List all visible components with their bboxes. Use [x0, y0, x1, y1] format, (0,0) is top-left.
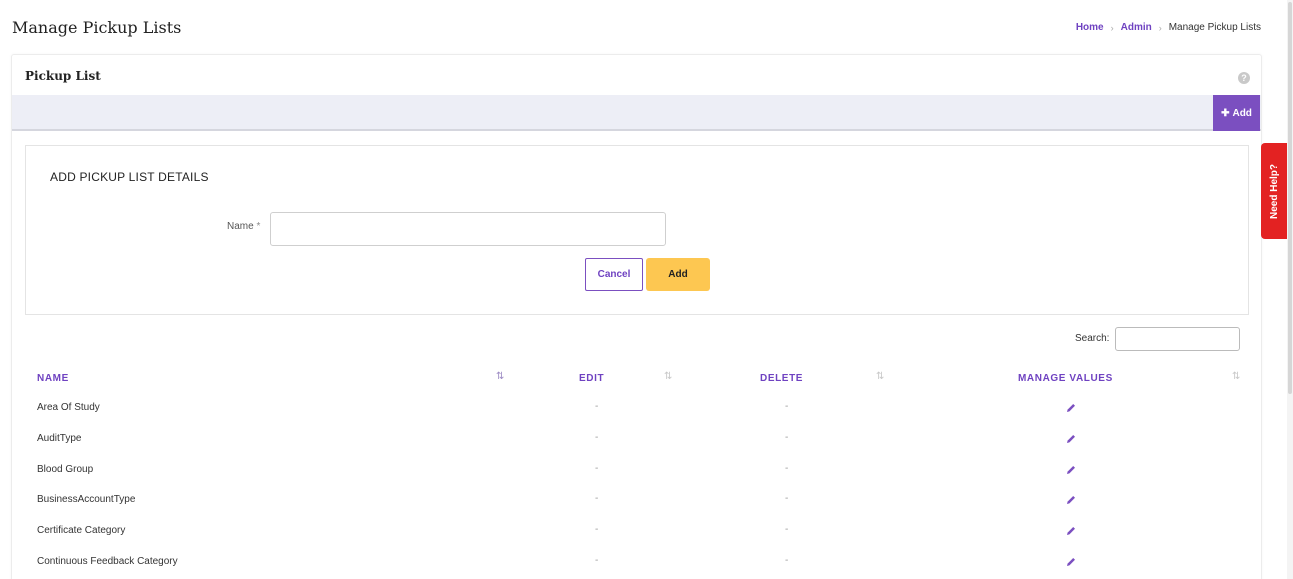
breadcrumb-admin-link[interactable]: Admin: [1121, 22, 1152, 33]
edit-cell: -: [595, 493, 599, 504]
search-input[interactable]: [1115, 327, 1240, 351]
breadcrumb-separator: ›: [1110, 22, 1114, 33]
form-heading: ADD PICKUP LIST DETAILS: [50, 170, 209, 184]
name-label-text: Name: [227, 221, 254, 232]
need-help-label: Need Help?: [1269, 163, 1281, 219]
delete-cell: -: [785, 401, 789, 412]
pickup-list-card: Pickup List ? ✚ Add ADD PICKUP LIST DETA…: [11, 54, 1262, 579]
sort-icon[interactable]: ⇅: [1232, 371, 1240, 382]
breadcrumb: Home › Admin › Manage Pickup Lists: [1076, 22, 1261, 33]
sort-icon[interactable]: ⇅: [876, 371, 884, 382]
edit-cell: -: [595, 524, 599, 535]
table-row-name: Blood Group: [37, 464, 94, 475]
edit-cell: -: [595, 401, 599, 412]
pencil-icon[interactable]: [1065, 433, 1077, 445]
page-title: Manage Pickup Lists: [12, 18, 182, 37]
column-header-manage-values[interactable]: MANAGE VALUES: [1018, 373, 1113, 384]
table-row-name: BusinessAccountType: [37, 494, 136, 505]
column-header-delete[interactable]: DELETE: [760, 373, 803, 384]
delete-cell: -: [785, 555, 789, 566]
pencil-icon[interactable]: [1065, 464, 1077, 476]
column-header-edit[interactable]: EDIT: [579, 373, 604, 384]
delete-cell: -: [785, 463, 789, 474]
table-row-name: Area Of Study: [37, 402, 100, 413]
breadcrumb-current: Manage Pickup Lists: [1168, 22, 1261, 33]
edit-cell: -: [595, 432, 599, 443]
need-help-tab[interactable]: Need Help?: [1261, 143, 1288, 239]
edit-cell: -: [595, 463, 599, 474]
add-button-label: Add: [1232, 107, 1252, 119]
breadcrumb-separator: ›: [1158, 22, 1162, 33]
search-label: Search:: [1075, 333, 1110, 344]
delete-cell: -: [785, 493, 789, 504]
edit-cell: -: [595, 555, 599, 566]
add-pickup-list-button[interactable]: ✚ Add: [1213, 95, 1260, 131]
add-pickup-list-form: ADD PICKUP LIST DETAILS Name * Cancel Ad…: [25, 145, 1249, 315]
table-row-name: Continuous Feedback Category: [37, 556, 178, 567]
breadcrumb-home-link[interactable]: Home: [1076, 22, 1104, 33]
card-title: Pickup List: [25, 69, 101, 83]
pencil-icon[interactable]: [1065, 494, 1077, 506]
pencil-icon[interactable]: [1065, 525, 1077, 537]
table-row-name: Certificate Category: [37, 525, 126, 536]
pencil-icon[interactable]: [1065, 556, 1077, 568]
cancel-button[interactable]: Cancel: [585, 258, 643, 291]
toolbar: [12, 95, 1261, 131]
delete-cell: -: [785, 524, 789, 535]
delete-cell: -: [785, 432, 789, 443]
table-row-name: AuditType: [37, 433, 82, 444]
sort-ascending-icon[interactable]: ⇅: [496, 371, 504, 382]
pencil-icon[interactable]: [1065, 402, 1077, 414]
scrollbar-thumb[interactable]: [1288, 2, 1292, 394]
name-field-label: Name *: [227, 221, 260, 232]
required-mark: *: [256, 221, 261, 232]
add-button[interactable]: Add: [646, 258, 710, 291]
column-header-name[interactable]: NAME: [37, 373, 69, 384]
name-input[interactable]: [270, 212, 666, 246]
plus-icon: ✚: [1221, 107, 1230, 119]
sort-icon[interactable]: ⇅: [664, 371, 672, 382]
question-circle-icon[interactable]: ?: [1238, 72, 1250, 84]
